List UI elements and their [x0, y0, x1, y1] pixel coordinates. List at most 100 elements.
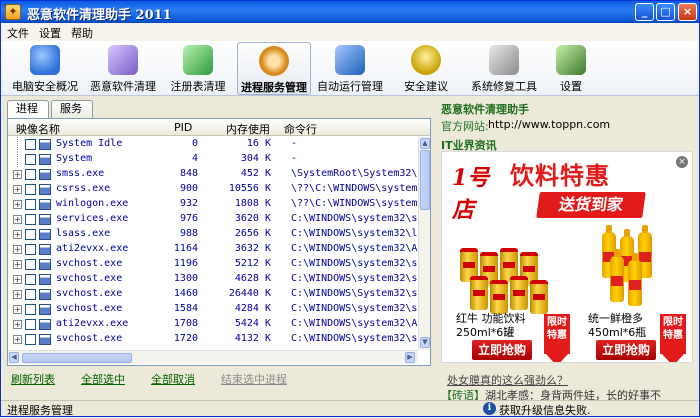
- maximize-button[interactable]: □: [656, 3, 675, 21]
- table-row[interactable]: + csrss.exe 900 10556 K \??\C:\WINDOWS\syste…: [8, 182, 418, 197]
- row-checkbox[interactable]: [25, 334, 36, 345]
- menu-help[interactable]: 帮助: [71, 25, 93, 41]
- expand-icon[interactable]: +: [13, 215, 22, 224]
- ad-logo: 1号店: [452, 165, 490, 223]
- expand-icon[interactable]: +: [13, 305, 22, 314]
- news-link[interactable]: 处女膜真的这么强劲么？: [447, 372, 568, 388]
- col-command-line[interactable]: 命令行: [284, 121, 317, 137]
- ad-close-icon[interactable]: ×: [676, 156, 688, 168]
- process-icon: [39, 289, 51, 300]
- process-icon: [39, 304, 51, 315]
- expand-icon[interactable]: +: [13, 260, 22, 269]
- news-ticker[interactable]: 【砖语】湖北孝感：身背两件娃，长的好事不: [441, 387, 693, 401]
- expand-icon[interactable]: +: [13, 335, 22, 344]
- scroll-right-icon[interactable]: ▶: [405, 352, 415, 363]
- table-row[interactable]: + services.exe 976 3620 K C:\WINDOWS\system3…: [8, 212, 418, 227]
- table-row[interactable]: + smss.exe 848 452 K \SystemRoot\System32\sm…: [8, 167, 418, 182]
- ad-headline: 饮料特惠: [510, 162, 610, 190]
- settings-clipboard-icon: [556, 45, 586, 75]
- expand-icon[interactable]: +: [13, 290, 22, 299]
- table-row[interactable]: + winlogon.exe 932 1808 K \??\C:\WINDOWS\sys…: [8, 197, 418, 212]
- cell-pid: 932: [179, 198, 198, 209]
- tab-process[interactable]: 进程: [7, 100, 49, 119]
- advice-icon: [411, 45, 441, 75]
- select-all-link[interactable]: 全部选中: [81, 371, 125, 387]
- table-row[interactable]: + ati2evxx.exe 1708 5424 K C:\WINDOWS\system…: [8, 317, 418, 332]
- col-memory[interactable]: 内存使用: [226, 121, 270, 137]
- row-checkbox[interactable]: [25, 229, 36, 240]
- expand-icon[interactable]: +: [13, 275, 22, 284]
- tool-process-service[interactable]: 进程服务管理: [237, 42, 311, 95]
- tool-settings[interactable]: 设置: [553, 42, 589, 95]
- menu-file[interactable]: 文件: [7, 25, 29, 41]
- table-row[interactable]: + svchost.exe 1584 4284 K C:\WINDOWS\system3…: [8, 302, 418, 317]
- cell-image-name: smss.exe: [56, 168, 105, 179]
- title-bar[interactable]: ✦ 恶意软件清理助手 2011 _ □ ×: [1, 1, 699, 23]
- col-pid[interactable]: PID: [174, 121, 192, 134]
- list-header: 映像名称 PID 内存使用 命令行: [8, 119, 430, 136]
- cell-memory: 3620 K: [234, 213, 271, 224]
- expand-icon[interactable]: +: [13, 230, 22, 239]
- table-row[interactable]: System 4 304 K -: [8, 152, 418, 167]
- can-icon: [470, 276, 488, 310]
- row-checkbox[interactable]: [25, 154, 36, 165]
- scroll-up-icon[interactable]: ▲: [420, 138, 430, 149]
- row-checkbox[interactable]: [25, 139, 36, 150]
- row-checkbox[interactable]: [25, 214, 36, 225]
- tab-service[interactable]: 服务: [51, 100, 93, 118]
- process-icon: [39, 274, 51, 285]
- scroll-down-icon[interactable]: ▼: [420, 337, 430, 348]
- advertisement-banner[interactable]: 1号店 饮料特惠 送货到家 × 红牛 功能饮料 250ml*6罐 统一鲜橙多 4…: [441, 151, 693, 363]
- tool-security-advice[interactable]: 安全建议: [399, 42, 453, 95]
- process-icon: [39, 139, 51, 150]
- row-checkbox[interactable]: [25, 244, 36, 255]
- ad-buy-button-2[interactable]: 立即抢购: [596, 340, 656, 360]
- vertical-scroll-thumb[interactable]: [420, 150, 430, 210]
- cell-image-name: ati2evxx.exe: [56, 318, 129, 329]
- status-text: 进程服务管理: [7, 404, 73, 417]
- row-checkbox[interactable]: [25, 274, 36, 285]
- minimize-button[interactable]: _: [635, 3, 654, 21]
- cell-image-name: svchost.exe: [56, 333, 123, 344]
- col-image-name[interactable]: 映像名称: [16, 121, 60, 137]
- row-checkbox[interactable]: [25, 259, 36, 270]
- row-checkbox[interactable]: [25, 289, 36, 300]
- tool-security-overview[interactable]: 电脑安全概况: [5, 42, 85, 95]
- table-row[interactable]: + lsass.exe 988 2656 K C:\WINDOWS\system32\l…: [8, 227, 418, 242]
- deselect-all-link[interactable]: 全部取消: [151, 371, 195, 387]
- table-row[interactable]: + svchost.exe 1196 5212 K C:\WINDOWS\system3…: [8, 257, 418, 272]
- table-row[interactable]: + ati2evxx.exe 1164 3632 K C:\WINDOWS\system…: [8, 242, 418, 257]
- table-row[interactable]: + svchost.exe 1300 4628 K C:\WINDOWS\system3…: [8, 272, 418, 287]
- ad-buy-button-1[interactable]: 立即抢购: [472, 340, 532, 360]
- row-checkbox[interactable]: [25, 199, 36, 210]
- expand-icon[interactable]: +: [13, 170, 22, 179]
- can-icon: [530, 280, 548, 314]
- table-row[interactable]: + svchost.exe 1720 4132 K C:\WINDOWS\system3…: [8, 332, 418, 347]
- horizontal-scrollbar[interactable]: ◀ ▶: [8, 350, 418, 364]
- tool-autorun[interactable]: 自动运行管理: [315, 42, 385, 95]
- close-button[interactable]: ×: [678, 3, 697, 21]
- row-checkbox[interactable]: [25, 169, 36, 180]
- ad-tag-2: 限时特惠: [660, 314, 686, 362]
- tool-system-repair[interactable]: 系统修复工具: [469, 42, 539, 95]
- row-checkbox[interactable]: [25, 184, 36, 195]
- site-url-link[interactable]: http://www.toppn.com: [488, 118, 610, 131]
- cell-command-line: C:\WINDOWS\system32\Ati2ev: [291, 318, 418, 329]
- tool-registry-clean[interactable]: 注册表清理: [163, 42, 233, 95]
- scroll-left-icon[interactable]: ◀: [9, 352, 19, 363]
- horizontal-scroll-thumb[interactable]: [22, 353, 132, 363]
- expand-icon[interactable]: +: [13, 245, 22, 254]
- table-row[interactable]: + svchost.exe 1460 26440 K C:\WINDOWS\System…: [8, 287, 418, 302]
- tool-malware-clean[interactable]: 恶意软件清理: [85, 42, 161, 95]
- expand-icon[interactable]: +: [13, 200, 22, 209]
- expand-icon[interactable]: +: [13, 185, 22, 194]
- row-checkbox[interactable]: [25, 319, 36, 330]
- end-selected-process-link[interactable]: 结束选中进程: [221, 371, 287, 387]
- expand-icon[interactable]: +: [13, 320, 22, 329]
- menu-settings[interactable]: 设置: [39, 25, 61, 41]
- refresh-list-link[interactable]: 刷新列表: [11, 371, 55, 387]
- vertical-scrollbar[interactable]: ▲ ▼: [418, 137, 430, 350]
- row-checkbox[interactable]: [25, 304, 36, 315]
- tree-line: [17, 152, 18, 167]
- table-row[interactable]: System Idle 0 16 K -: [8, 137, 418, 152]
